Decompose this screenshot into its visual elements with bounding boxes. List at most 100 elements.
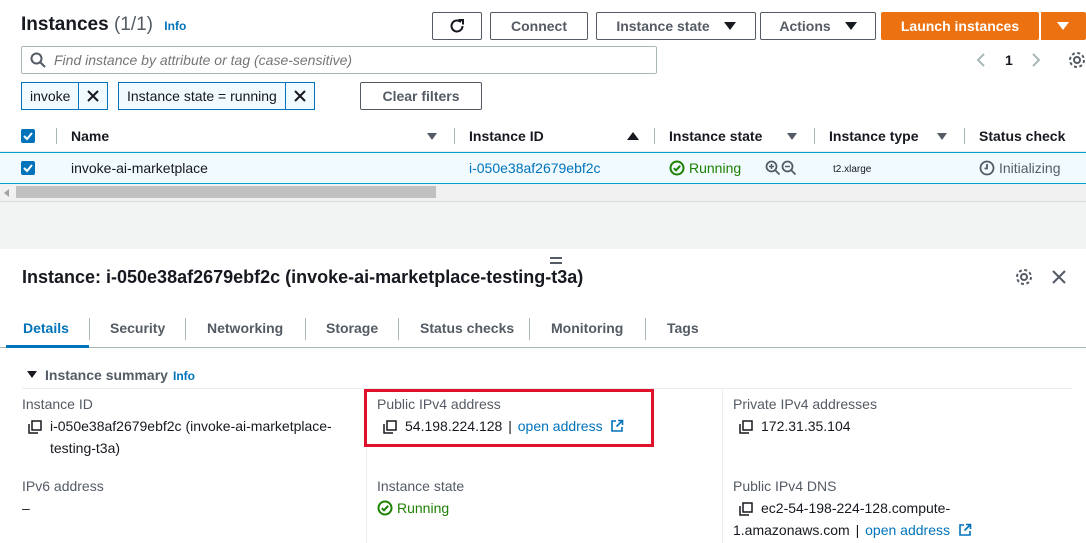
open-address-link[interactable]: open address xyxy=(865,522,950,538)
tab-networking[interactable]: Networking xyxy=(207,320,283,336)
column-divider xyxy=(722,390,723,543)
caret-down-icon xyxy=(1057,22,1069,30)
tab-storage[interactable]: Storage xyxy=(326,320,378,336)
select-all-checkbox[interactable] xyxy=(21,129,35,143)
actions-dropdown[interactable]: Actions xyxy=(760,12,876,40)
instance-id-label: Instance ID xyxy=(22,396,93,412)
page-number[interactable]: 1 xyxy=(1005,52,1013,68)
sort-caret-down-icon[interactable] xyxy=(787,133,797,140)
tab-security[interactable]: Security xyxy=(110,320,165,336)
public-dns-label: Public IPv4 DNS xyxy=(733,478,837,494)
instance-id-text: i-050e38af2679ebf2c (invoke-ai-marketpla… xyxy=(50,418,332,434)
column-separator xyxy=(814,128,815,144)
zoom-out-icon[interactable] xyxy=(781,160,797,176)
clear-filters-label: Clear filters xyxy=(382,88,460,104)
row-checkbox[interactable] xyxy=(21,161,35,175)
public-dns-value-cont: 1.amazonaws.com | open address xyxy=(733,522,972,538)
check-circle-icon xyxy=(669,160,685,176)
row-type: t2.xlarge xyxy=(833,164,872,175)
instance-state-label: Instance state xyxy=(616,18,710,34)
connect-button[interactable]: Connect xyxy=(490,12,588,40)
column-separator xyxy=(654,128,655,144)
launch-label: Launch instances xyxy=(900,18,1020,34)
instance-state-dropdown[interactable]: Instance state xyxy=(596,12,756,40)
tab-status-checks[interactable]: Status checks xyxy=(420,320,514,336)
section-title[interactable]: Instance summary xyxy=(45,367,168,383)
sort-caret-down-icon[interactable] xyxy=(427,133,437,140)
public-dns-text: ec2-54-198-224-128.compute- xyxy=(761,500,951,516)
gear-icon[interactable] xyxy=(1015,268,1033,286)
copy-icon[interactable] xyxy=(739,420,753,435)
tab-separator xyxy=(305,318,306,340)
clock-icon xyxy=(979,160,995,176)
launch-instances-button[interactable]: Launch instances xyxy=(881,12,1039,40)
tab-bar xyxy=(0,347,1086,348)
tab-monitoring[interactable]: Monitoring xyxy=(551,320,623,336)
expand-caret-icon[interactable] xyxy=(27,371,37,378)
sort-caret-down-icon[interactable] xyxy=(937,133,947,140)
column-header-instance-state[interactable]: Instance state xyxy=(669,128,762,144)
row-instance-id-link[interactable]: i-050e38af2679ebf2c xyxy=(469,160,601,176)
caret-down-icon xyxy=(844,22,857,30)
filter-chip-invoke: invoke xyxy=(21,82,109,110)
check-circle-icon xyxy=(377,500,393,516)
close-icon[interactable] xyxy=(286,83,314,109)
private-ipv4-text: 172.31.35.104 xyxy=(761,418,851,434)
external-link-icon[interactable] xyxy=(958,523,972,537)
chevron-left-icon[interactable] xyxy=(975,52,987,68)
horizontal-scrollbar[interactable] xyxy=(0,184,1086,201)
pipe-separator: | xyxy=(855,522,860,538)
scroll-left-arrow-icon[interactable] xyxy=(4,189,9,197)
zoom-in-icon[interactable] xyxy=(765,160,781,176)
instance-id-value: i-050e38af2679ebf2c (invoke-ai-marketpla… xyxy=(28,418,332,435)
panel-splitter-area xyxy=(0,201,1086,249)
private-ipv4-label: Private IPv4 addresses xyxy=(733,396,877,412)
page-title: Instances xyxy=(21,14,109,35)
close-icon[interactable] xyxy=(1051,269,1067,285)
column-header-instance-type[interactable]: Instance type xyxy=(829,128,918,144)
detail-title: Instance: i-050e38af2679ebf2c (invoke-ai… xyxy=(22,267,584,287)
copy-icon[interactable] xyxy=(28,420,42,435)
column-separator xyxy=(56,128,57,144)
gear-icon[interactable] xyxy=(1068,51,1086,69)
scrollbar-thumb[interactable] xyxy=(16,186,436,198)
column-separator xyxy=(454,128,455,144)
column-header-name[interactable]: Name xyxy=(71,128,109,144)
refresh-button[interactable] xyxy=(432,12,482,40)
tab-separator xyxy=(529,318,530,340)
caret-down-icon xyxy=(723,22,736,30)
clear-filters-button[interactable]: Clear filters xyxy=(360,82,482,110)
tab-separator xyxy=(398,318,399,340)
section-info-link[interactable]: Info xyxy=(173,369,195,383)
launch-dropdown-button[interactable] xyxy=(1040,12,1086,40)
filter-chip-state: Instance state = running xyxy=(118,82,315,110)
instance-state-label: Instance state xyxy=(377,478,465,494)
row-state: Running xyxy=(689,160,742,176)
row-status: Initializing xyxy=(999,160,1061,176)
instance-state-value: Running xyxy=(397,500,450,516)
tab-separator xyxy=(89,318,90,340)
public-dns-text-cont: 1.amazonaws.com xyxy=(733,522,850,538)
column-header-status-check[interactable]: Status check xyxy=(979,128,1065,144)
instance-count: (1/1) xyxy=(113,14,154,35)
sort-caret-up-icon[interactable] xyxy=(627,132,639,140)
search-input[interactable] xyxy=(54,52,644,68)
actions-label: Actions xyxy=(779,18,831,34)
column-header-instance-id[interactable]: Instance ID xyxy=(469,128,544,144)
filter-chip-label: invoke xyxy=(22,83,80,109)
tab-tags[interactable]: Tags xyxy=(667,320,699,336)
tab-details[interactable]: Details xyxy=(23,320,69,336)
private-ipv4-value: 172.31.35.104 xyxy=(739,418,851,435)
instance-id-value-cont: testing-t3a) xyxy=(50,440,121,456)
public-dns-value: ec2-54-198-224-128.compute- xyxy=(739,500,951,517)
resize-handle[interactable] xyxy=(550,257,562,264)
search-box[interactable] xyxy=(21,46,657,74)
chevron-right-icon[interactable] xyxy=(1030,52,1042,68)
ipv6-label: IPv6 address xyxy=(22,478,104,494)
copy-icon[interactable] xyxy=(739,502,753,517)
tab-active-indicator xyxy=(6,345,89,348)
close-icon[interactable] xyxy=(79,83,107,109)
info-link[interactable]: Info xyxy=(164,19,186,33)
filter-chip-label: Instance state = running xyxy=(119,83,286,109)
column-separator xyxy=(964,128,965,144)
